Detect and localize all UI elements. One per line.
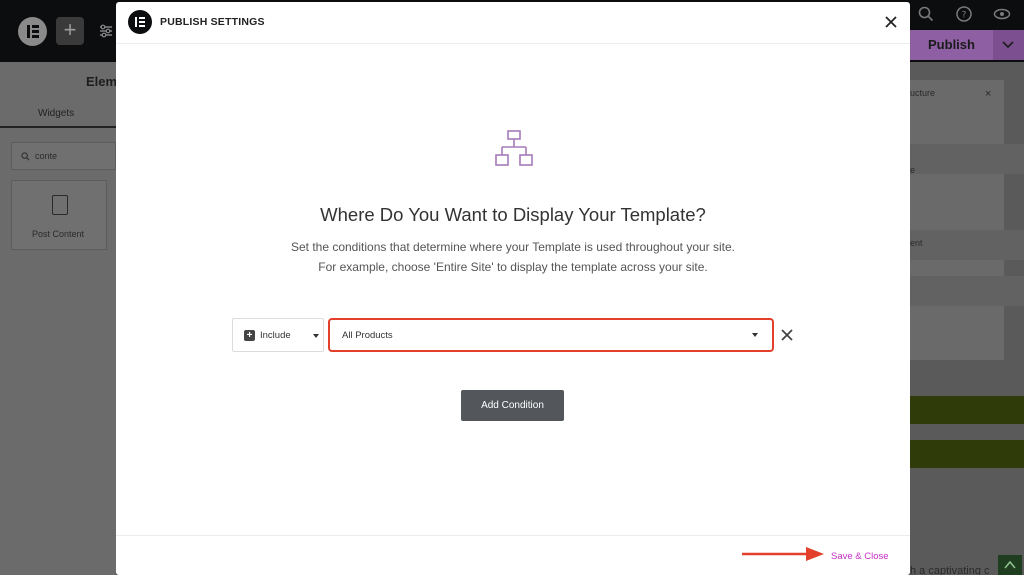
widget-label: Post Content <box>32 229 85 239</box>
plus-square-icon: + <box>244 330 255 341</box>
save-and-close-button[interactable]: Save & Close <box>831 551 889 562</box>
remove-condition-icon[interactable] <box>780 328 794 342</box>
document-icon <box>52 195 68 215</box>
tab-widgets-label: Widgets <box>38 108 75 119</box>
structure-row[interactable] <box>910 144 1024 174</box>
canvas-section-bar <box>910 396 1024 424</box>
modal-title: PUBLISH SETTINGS <box>160 16 265 28</box>
modal-description-line-2: For example, choose 'Entire Site' to dis… <box>318 260 708 274</box>
modal-heading: Where Do You Want to Display Your Templa… <box>320 204 706 225</box>
chevron-up-icon <box>1004 560 1016 569</box>
preview-eye-icon[interactable] <box>993 5 1011 23</box>
search-value: conte <box>35 151 58 161</box>
elementor-logo-icon <box>128 10 152 34</box>
widget-post-content[interactable]: Post Content <box>11 180 107 250</box>
condition-type-select[interactable]: + Include <box>232 318 324 352</box>
modal-description-line-1: Set the conditions that determine where … <box>290 240 736 254</box>
canvas-text: h a captivating c <box>910 565 990 575</box>
svg-text:?: ? <box>962 11 967 21</box>
widget-search-input[interactable]: conte <box>11 142 116 170</box>
publish-options-button[interactable] <box>993 30 1024 60</box>
widgets-panel <box>0 62 116 575</box>
structure-title: ucture <box>910 88 936 98</box>
add-element-icon[interactable]: + <box>56 17 84 45</box>
canvas-section-bar <box>910 440 1024 468</box>
caret-down-icon <box>752 333 758 337</box>
structure-item-label: ent <box>910 238 923 248</box>
publish-button[interactable]: Publish <box>910 30 993 60</box>
panel-title: Elem <box>86 74 118 89</box>
scroll-top-button[interactable] <box>998 555 1022 575</box>
modal-header: PUBLISH SETTINGS <box>116 2 910 44</box>
settings-sliders-icon[interactable] <box>99 24 113 38</box>
search-icon <box>21 152 30 161</box>
search-icon[interactable] <box>917 5 935 23</box>
structure-box <box>910 80 1004 360</box>
sitemap-icon <box>495 130 533 166</box>
structure-item-label: e <box>910 165 916 175</box>
close-icon[interactable]: × <box>985 88 991 100</box>
condition-value: All Products <box>342 330 393 341</box>
structure-row[interactable] <box>910 230 1024 260</box>
chevron-down-icon <box>1002 41 1014 49</box>
condition-value-select[interactable]: All Products <box>328 318 774 352</box>
publish-settings-modal: PUBLISH SETTINGS Where Do You Want to Di… <box>116 2 910 575</box>
caret-down-icon <box>313 334 319 338</box>
structure-row[interactable] <box>910 276 1024 306</box>
tab-widgets[interactable]: Widgets <box>0 104 116 128</box>
modal-close-icon[interactable] <box>882 13 900 31</box>
elementor-logo-icon[interactable] <box>18 17 47 46</box>
help-icon[interactable]: ? <box>955 5 973 23</box>
add-condition-button[interactable]: Add Condition <box>461 390 564 421</box>
condition-type-value: Include <box>260 330 291 341</box>
arrow-right-icon <box>742 547 824 561</box>
